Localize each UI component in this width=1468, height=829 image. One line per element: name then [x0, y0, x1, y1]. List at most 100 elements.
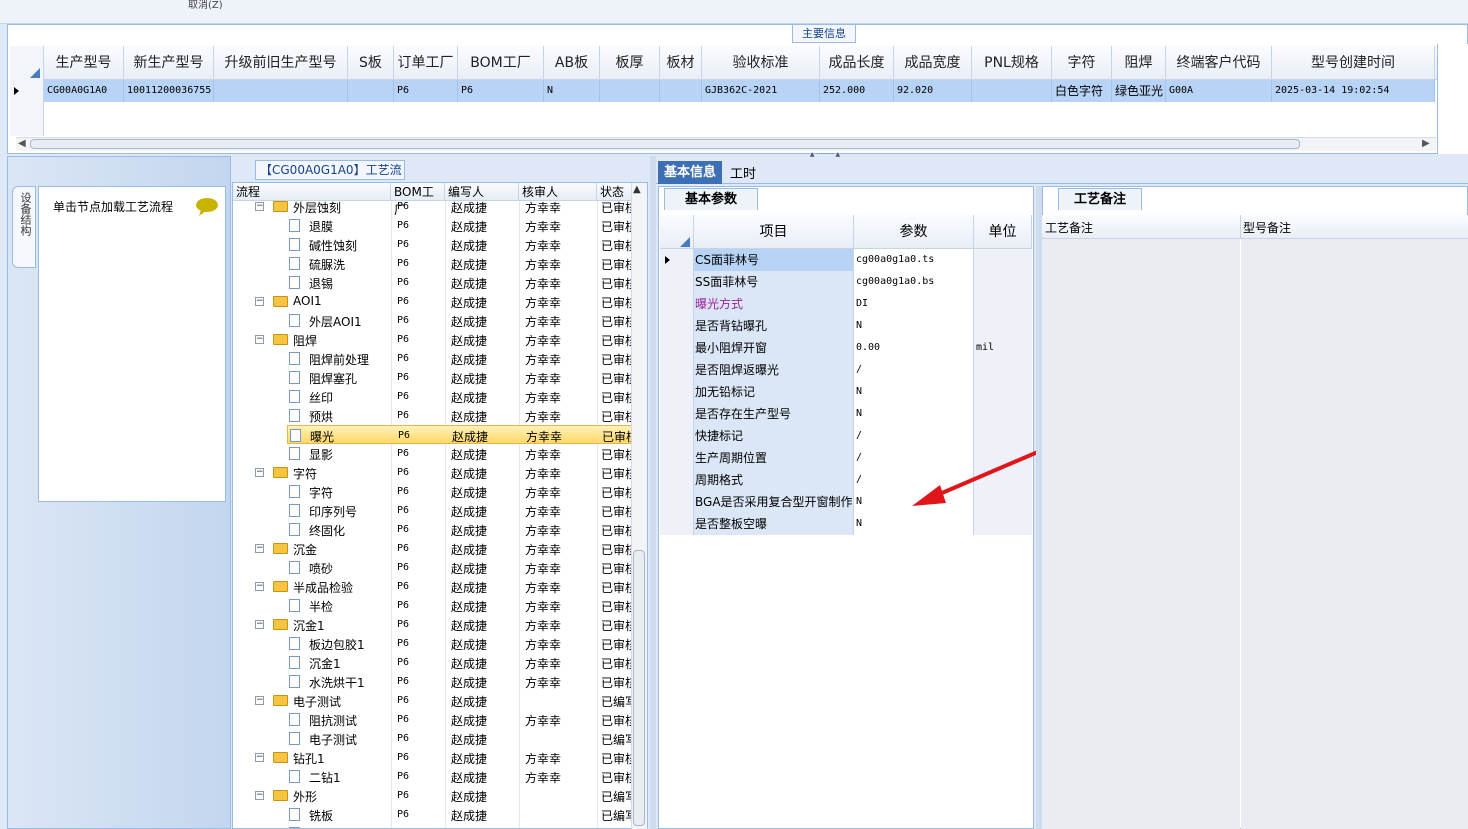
tree-row[interactable]: − 半成品检验 P6 赵成捷 方幸幸 已审核	[233, 577, 637, 596]
param-value-field[interactable]: 0.00	[854, 337, 974, 359]
node-load-box[interactable]	[38, 186, 226, 502]
row-selector[interactable]	[660, 447, 694, 469]
horizontal-splitter-grip[interactable]: ▲ ········· ▲	[790, 152, 860, 158]
tree-row[interactable]: − 钻孔1 P6 赵成捷 方幸幸 已审核	[233, 748, 637, 767]
speech-bubble-icon[interactable]	[195, 197, 219, 217]
row-selector[interactable]	[660, 425, 694, 447]
tree-row[interactable]: 退锡 P6 赵成捷 方幸幸 已审核	[233, 273, 637, 292]
collapse-icon[interactable]: −	[255, 696, 264, 705]
main-header-10[interactable]: 成品长度	[820, 46, 894, 80]
main-cell-5[interactable]: P6	[458, 80, 544, 102]
param-value-field[interactable]: N	[854, 381, 974, 403]
basic-param-row[interactable]: SS面菲林号 cg00a0g1a0.bs	[660, 271, 1032, 293]
collapse-icon[interactable]: −	[255, 753, 264, 762]
left-splitter-grip[interactable]	[227, 520, 231, 580]
tab-basic-info[interactable]: 基本信息	[658, 161, 722, 184]
tree-row[interactable]: 喷砂 P6 赵成捷 方幸幸 已审核	[233, 558, 637, 577]
main-cell-1[interactable]: 10011200036755	[124, 80, 214, 102]
tree-row[interactable]: 外层AOI1 P6 赵成捷 方幸幸 已审核	[233, 311, 637, 330]
main-cell-8[interactable]	[660, 80, 702, 102]
tree-row[interactable]: − 外层蚀刻 P6 赵成捷 方幸幸 已审核	[233, 197, 637, 216]
collapse-icon[interactable]: −	[255, 335, 264, 344]
main-cell-15[interactable]: G00A	[1166, 80, 1272, 102]
param-value-field[interactable]: cg00a0g1a0.bs	[854, 271, 974, 293]
tree-row[interactable]: 曝光 P6 赵成捷 方幸幸 已审核	[287, 425, 638, 444]
main-cell-13[interactable]: 白色字符	[1052, 80, 1112, 102]
collapse-icon[interactable]: −	[255, 202, 264, 211]
main-cell-0[interactable]: CG00A0G1A0	[44, 80, 124, 102]
main-header-5[interactable]: BOM工厂	[458, 46, 544, 80]
main-cell-12[interactable]	[972, 80, 1052, 102]
tree-row[interactable]: − 阻焊 P6 赵成捷 方幸幸 已审核	[233, 330, 637, 349]
basic-param-row[interactable]: 是否整板空曝 N	[660, 513, 1032, 535]
scroll-right-icon[interactable]: ▶	[1422, 138, 1430, 149]
main-cell-6[interactable]: N	[544, 80, 600, 102]
tree-row[interactable]: 二钻1 P6 赵成捷 方幸幸 已审核	[233, 767, 637, 786]
main-cell-16[interactable]: 2025-03-14 19:02:54	[1272, 80, 1435, 102]
main-header-13[interactable]: 字符	[1052, 46, 1112, 80]
main-header-8[interactable]: 板材	[660, 46, 702, 80]
main-header-14[interactable]: 阻焊	[1112, 46, 1166, 80]
tree-row[interactable]: 阻焊前处理 P6 赵成捷 方幸幸 已审核	[233, 349, 637, 368]
row-selector[interactable]	[660, 403, 694, 425]
tree-row[interactable]: − AOI1 P6 赵成捷 方幸幸 已审核	[233, 292, 637, 311]
main-header-7[interactable]: 板厚	[600, 46, 660, 80]
basic-param-row[interactable]: 是否阻焊返曝光 /	[660, 359, 1032, 381]
main-cell-7[interactable]	[600, 80, 660, 102]
basic-param-row[interactable]: 是否背钻曝孔 N	[660, 315, 1032, 337]
param-value-field[interactable]: N	[854, 513, 974, 535]
row-selector[interactable]	[660, 469, 694, 491]
tree-row[interactable]: 阻抗测试 P6 赵成捷 方幸幸 已审核	[233, 710, 637, 729]
main-header-11[interactable]: 成品宽度	[894, 46, 972, 80]
main-cell-3[interactable]	[348, 80, 394, 102]
basic-param-row[interactable]: 加无铅标记 N	[660, 381, 1032, 403]
basic-header-item[interactable]: 项目	[694, 215, 854, 249]
tree-row[interactable]: 退膜 P6 赵成捷 方幸幸 已审核	[233, 216, 637, 235]
main-header-9[interactable]: 验收标准	[702, 46, 820, 80]
main-header-3[interactable]: S板	[348, 46, 394, 80]
main-header-2[interactable]: 升级前旧生产型号	[214, 46, 348, 80]
tree-row[interactable]: 预烘 P6 赵成捷 方幸幸 已审核	[233, 406, 637, 425]
row-selector[interactable]	[660, 249, 694, 271]
row-selector[interactable]	[660, 513, 694, 535]
main-cell-14[interactable]: 绿色亚光	[1112, 80, 1166, 102]
param-value-field[interactable]: /	[854, 359, 974, 381]
tab-work-hours[interactable]: 工时	[730, 163, 756, 182]
tree-row[interactable]: 字符 P6 赵成捷 方幸幸 已审核	[233, 482, 637, 501]
basic-param-row[interactable]: 最小阻焊开窗 0.00 mil	[660, 337, 1032, 359]
tree-row[interactable]: 铣板 P6 赵成捷 已编写	[233, 805, 637, 824]
row-selector[interactable]	[660, 293, 694, 315]
main-cell-10[interactable]: 252.000	[820, 80, 894, 102]
collapse-icon[interactable]: −	[255, 620, 264, 629]
process-remark-textarea[interactable]	[1042, 239, 1240, 829]
scroll-left-icon[interactable]: ◀	[18, 138, 26, 149]
scroll-up-icon[interactable]: ▲	[633, 184, 641, 195]
tree-row[interactable]: 沉金1 P6 赵成捷 方幸幸 已审核	[233, 653, 637, 672]
row-selector[interactable]	[660, 315, 694, 337]
row-selector[interactable]	[660, 271, 694, 293]
main-header-6[interactable]: AB板	[544, 46, 600, 80]
process-tree-vscroll-thumb[interactable]	[633, 550, 645, 826]
tree-row[interactable]: 电子测试 P6 赵成捷 已编写	[233, 729, 637, 748]
model-remark-textarea[interactable]	[1241, 239, 1468, 829]
main-header-15[interactable]: 终端客户代码	[1166, 46, 1272, 80]
tree-row[interactable]: 阻焊塞孔 P6 赵成捷 方幸幸 已审核	[233, 368, 637, 387]
row-selector[interactable]	[660, 337, 694, 359]
main-header-12[interactable]: PNL规格	[972, 46, 1052, 80]
row-selector[interactable]	[660, 359, 694, 381]
tree-row[interactable]: 显影 P6 赵成捷 方幸幸 已审核	[233, 444, 637, 463]
tree-row[interactable]: 丝印 P6 赵成捷 方幸幸 已审核	[233, 387, 637, 406]
main-cell-9[interactable]: GJB362C-2021	[702, 80, 820, 102]
tree-row[interactable]: 半检 P6 赵成捷 方幸幸 已审核	[233, 596, 637, 615]
main-header-1[interactable]: 新生产型号	[124, 46, 214, 80]
tree-row[interactable]: − 沉金1 P6 赵成捷 方幸幸 已审核	[233, 615, 637, 634]
basic-param-row[interactable]: 曝光方式 DI	[660, 293, 1032, 315]
tree-row[interactable]: 终固化 P6 赵成捷 方幸幸 已审核	[233, 520, 637, 539]
tree-row[interactable]: − 字符 P6 赵成捷 方幸幸 已审核	[233, 463, 637, 482]
collapse-icon[interactable]: −	[255, 468, 264, 477]
main-info-hscroll-thumb[interactable]	[30, 139, 1300, 149]
cancel-button-partial[interactable]: 取消(Z)	[188, 0, 223, 11]
tree-row[interactable]: 碱性蚀刻 P6 赵成捷 方幸幸 已审核	[233, 235, 637, 254]
tree-row[interactable]: 成品清洗P6赵成捷方幸幸已审核	[233, 824, 633, 828]
tree-row[interactable]: − 电子测试 P6 赵成捷 已编写	[233, 691, 637, 710]
